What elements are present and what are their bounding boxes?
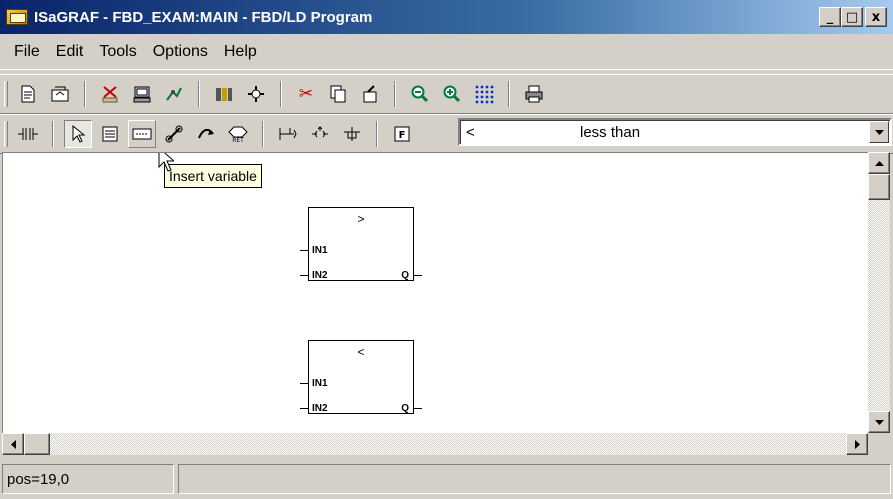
compile-icon[interactable] — [160, 80, 188, 108]
scroll-down-button[interactable] — [868, 411, 890, 433]
toolbar-separator — [394, 81, 396, 107]
fbd-block-less-than[interactable]: < IN1 IN2 Q — [300, 340, 422, 414]
toolbar-grip[interactable] — [4, 81, 8, 107]
horizontal-scroll-thumb[interactable] — [24, 433, 50, 455]
vertical-scroll-thumb[interactable] — [868, 174, 890, 200]
zoom-out-icon[interactable] — [406, 80, 434, 108]
zoom-in-icon[interactable] — [438, 80, 466, 108]
insert-variable-tooltip: Insert variable — [164, 164, 262, 188]
connect-icon[interactable] — [242, 80, 270, 108]
input-pin-1[interactable] — [300, 383, 308, 384]
scroll-left-button[interactable] — [2, 433, 24, 455]
scrollbar-corner — [868, 433, 890, 455]
vertical-scrollbar[interactable] — [868, 152, 890, 433]
block-description-value: less than — [580, 123, 641, 141]
output-pin[interactable] — [414, 408, 422, 409]
scroll-up-button[interactable] — [868, 152, 890, 174]
rung-icon[interactable] — [274, 120, 302, 148]
open-icon[interactable] — [46, 80, 74, 108]
status-bar: pos=19,0 — [0, 459, 893, 499]
input-pin-1[interactable] — [300, 250, 308, 251]
block-operator-value: < — [466, 123, 475, 141]
toolbar-separator — [280, 81, 282, 107]
insert-block-icon[interactable] — [96, 120, 124, 148]
menu-help[interactable]: Help — [216, 43, 265, 61]
block-input-in2: IN2 — [312, 270, 328, 281]
menu-file[interactable]: File — [6, 43, 48, 61]
function-icon[interactable]: F — [388, 120, 416, 148]
copy-icon[interactable] — [324, 80, 352, 108]
svg-text:RET: RET — [232, 137, 244, 144]
menu-options[interactable]: Options — [145, 43, 216, 61]
cut-variable-icon[interactable] — [96, 80, 124, 108]
paste-icon[interactable] — [356, 80, 384, 108]
minimize-button[interactable]: _ — [819, 7, 841, 27]
input-pin-2[interactable] — [300, 275, 308, 276]
menu-tools[interactable]: Tools — [91, 43, 144, 61]
link-icon[interactable] — [160, 120, 188, 148]
scroll-right-button[interactable] — [846, 433, 868, 455]
toolbar-separator — [198, 81, 200, 107]
block-output-q: Q — [401, 270, 409, 281]
block-input-in1: IN1 — [312, 245, 328, 256]
svg-text:F: F — [399, 130, 406, 141]
toolbar-separator — [376, 121, 378, 147]
input-pin-2[interactable] — [300, 408, 308, 409]
toolbar-separator — [84, 81, 86, 107]
block-selector-combo[interactable]: < less than — [458, 118, 892, 146]
maximize-button[interactable]: □ — [841, 7, 863, 27]
status-message — [178, 464, 891, 494]
insert-variable-icon[interactable] — [128, 120, 156, 148]
combo-dropdown-button[interactable] — [869, 121, 889, 143]
output-pin[interactable] — [414, 275, 422, 276]
coil-icon[interactable] — [306, 120, 334, 148]
menu-edit[interactable]: Edit — [48, 43, 92, 61]
dictionary-icon[interactable] — [128, 80, 156, 108]
contact-icon[interactable] — [14, 120, 42, 148]
library-icon[interactable] — [210, 80, 238, 108]
close-button[interactable]: x — [865, 7, 887, 27]
toolbar-grip[interactable] — [4, 121, 8, 147]
jump-icon[interactable] — [192, 120, 220, 148]
cut-icon[interactable]: ✂ — [292, 80, 320, 108]
horizontal-scrollbar[interactable] — [2, 433, 868, 455]
toolbar-separator — [262, 121, 264, 147]
print-icon[interactable] — [520, 80, 548, 108]
block-input-in1: IN1 — [312, 378, 328, 389]
toolbar-separator — [52, 121, 54, 147]
block-output-q: Q — [401, 403, 409, 414]
mouse-pointer-icon — [158, 153, 174, 172]
return-icon[interactable]: RET — [224, 120, 252, 148]
menu-bar: File Edit Tools Options Help — [0, 34, 893, 70]
position-indicator: pos=19,0 — [2, 464, 174, 494]
window-title: ISaGRAF - FBD_EXAM:MAIN - FBD/LD Program — [34, 8, 373, 26]
fbd-block-greater-than[interactable]: > IN1 IN2 Q — [300, 207, 422, 281]
block-input-in2: IN2 — [312, 403, 328, 414]
branch-icon[interactable] — [338, 120, 366, 148]
block-operator: > — [357, 212, 365, 226]
isagraf-app-icon[interactable] — [6, 9, 28, 25]
window-controls: _ □ x — [819, 7, 887, 27]
new-page-icon[interactable] — [14, 80, 42, 108]
select-icon[interactable] — [64, 120, 92, 148]
fbd-diagram-canvas[interactable]: Insert variable > IN1 IN2 Q < IN1 IN2 Q — [2, 152, 868, 433]
main-toolbar: ✂ — [0, 74, 893, 114]
grid-icon[interactable] — [470, 80, 498, 108]
toolbar-separator — [508, 81, 510, 107]
title-bar: ISaGRAF - FBD_EXAM:MAIN - FBD/LD Program… — [0, 0, 893, 34]
block-operator: < — [357, 345, 365, 359]
